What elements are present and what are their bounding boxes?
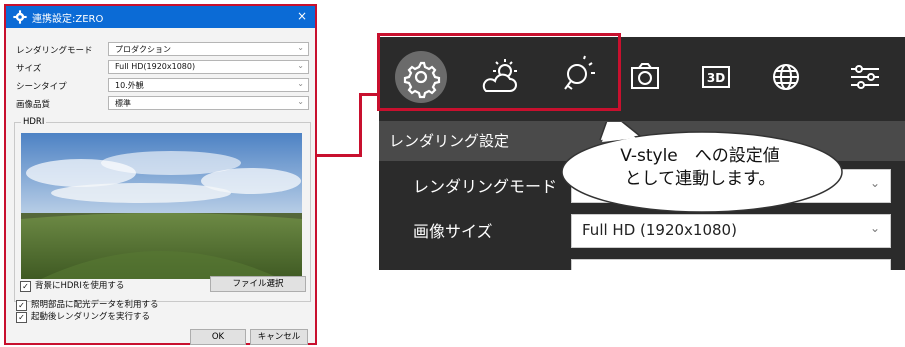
gear-icon [13, 10, 27, 24]
toolbar-3d-button[interactable]: 3D [690, 51, 742, 103]
scene-type-value: 10.外観 [115, 81, 144, 90]
render-after-launch-label: 起動後レンダリングを実行する [31, 312, 151, 322]
toolbar-camera-button[interactable] [619, 51, 671, 103]
row-size: サイズ Full HD(1920x1080) ⌄ [16, 60, 309, 75]
settings-dialog: 連携設定:ZERO × レンダリングモード プロダクション ⌄ サイズ Full… [4, 4, 317, 345]
chevron-down-icon: ⌄ [297, 97, 304, 106]
panel-image-size-label: 画像サイズ [413, 222, 493, 241]
row-image-quality: 画像品質 標準 ⌄ [16, 96, 309, 111]
ok-button[interactable]: OK [190, 329, 246, 345]
panel-row-next [379, 253, 905, 270]
image-quality-label: 画像品質 [16, 100, 51, 110]
light-distribution-label: 照明部品に配光データを利用する [31, 300, 159, 310]
cancel-button[interactable]: キャンセル [250, 329, 308, 345]
connector-line [317, 154, 361, 157]
toolbar-globe-button[interactable] [760, 51, 812, 103]
scene-type-label: シーンタイプ [16, 82, 67, 92]
chevron-down-icon: ⌄ [869, 176, 880, 190]
connector-line [359, 93, 379, 96]
callout-text: V-style への設定値 として連動します。 [600, 145, 800, 191]
chevron-down-icon: ⌄ [297, 43, 304, 52]
panel-image-size-value: Full HD (1920x1080) [582, 221, 737, 239]
image-quality-value: 標準 [115, 99, 131, 108]
render-after-launch-checkbox[interactable]: ✓ 起動後レンダリングを実行する [16, 310, 150, 323]
image-quality-select[interactable]: 標準 ⌄ [108, 96, 309, 110]
use-hdri-background-checkbox[interactable]: ✓ 背景にHDRIを使用する [20, 279, 124, 292]
camera-icon [631, 63, 659, 89]
size-value: Full HD(1920x1080) [115, 62, 196, 71]
dialog-titlebar: 連携設定:ZERO × [6, 6, 315, 28]
chevron-down-icon: ⌄ [869, 221, 880, 235]
scene-type-select[interactable]: 10.外観 ⌄ [108, 78, 309, 92]
panel-row-image-size: 画像サイズ Full HD (1920x1080) ⌄ [379, 208, 905, 252]
close-icon[interactable]: × [297, 9, 307, 23]
row-rendering-mode: レンダリングモード プロダクション ⌄ [16, 42, 309, 57]
callout-line2: として連動します。 [624, 169, 776, 189]
size-select[interactable]: Full HD(1920x1080) ⌄ [108, 60, 309, 74]
callout-line1: V-style への設定値 [620, 146, 780, 166]
row-scene-type: シーンタイプ 10.外観 ⌄ [16, 78, 309, 93]
svg-text:3D: 3D [707, 71, 725, 85]
connector-line [359, 93, 362, 157]
panel-next-select[interactable] [571, 259, 891, 270]
chevron-down-icon: ⌄ [297, 61, 304, 70]
rendering-mode-select[interactable]: プロダクション ⌄ [108, 42, 309, 56]
chevron-down-icon: ⌄ [297, 79, 304, 88]
checkmark-icon: ✓ [20, 281, 31, 292]
hdri-group-label: HDRI [21, 117, 47, 127]
section-title: レンダリング設定 [389, 132, 510, 150]
globe-icon [773, 64, 799, 90]
toolbar-highlight-frame [377, 33, 621, 111]
hdri-group: HDRI [14, 117, 311, 302]
toolbar-sliders-button[interactable] [839, 51, 891, 103]
dialog-title: 連携設定:ZERO [32, 14, 104, 25]
checkmark-icon: ✓ [16, 312, 27, 323]
sliders-icon [851, 65, 879, 89]
rendering-mode-label: レンダリングモード [16, 46, 93, 56]
panel-image-size-select[interactable]: Full HD (1920x1080) ⌄ [571, 214, 891, 248]
file-select-button[interactable]: ファイル選択 [210, 276, 306, 292]
hdri-preview-image [21, 133, 302, 279]
size-label: サイズ [16, 64, 42, 74]
3d-icon: 3D [702, 66, 730, 88]
rendering-mode-value: プロダクション [115, 45, 171, 54]
panel-rendering-mode-label: レンダリングモード [413, 177, 558, 196]
use-hdri-background-label: 背景にHDRIを使用する [35, 281, 125, 291]
